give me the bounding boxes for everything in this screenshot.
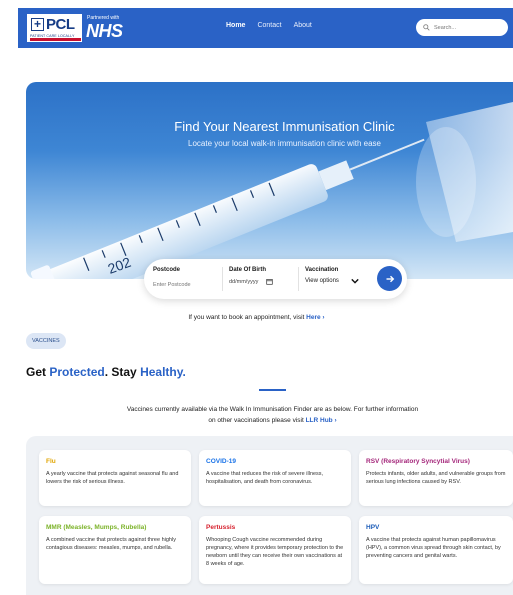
llr-hub-link[interactable]: LLR Hub › — [306, 417, 337, 424]
nhs-logo: NHS — [86, 21, 123, 41]
arrow-right-icon — [386, 275, 394, 282]
book-here-link[interactable]: Here › — [306, 314, 324, 321]
postcode-label: Postcode — [153, 267, 181, 273]
vaccine-card-flu[interactable]: Flu A yearly vaccine that protects again… — [39, 450, 191, 506]
plus-icon: + — [31, 18, 44, 31]
book-appointment-line: If you want to book an appointment, visi… — [0, 314, 513, 321]
postcode-input[interactable] — [153, 282, 208, 288]
card-description: A yearly vaccine that protects against s… — [46, 471, 179, 485]
section-heading: Get Protected. Stay Healthy. — [26, 365, 186, 379]
search-submit-button[interactable] — [377, 266, 402, 291]
nav-links: Home Contact About — [226, 22, 312, 29]
card-title: HPV — [366, 524, 380, 531]
dob-input[interactable]: dd/mm/yyyy — [229, 278, 273, 285]
search-box[interactable] — [416, 19, 508, 36]
search-icon — [423, 24, 430, 31]
hero-title: Find Your Nearest Immunisation Clinic — [174, 119, 395, 134]
vaccines-intro: Vaccines currently available via the Wal… — [125, 404, 420, 426]
intro-text: Vaccines currently available via the Wal… — [126, 406, 419, 424]
heading-part: . Stay — [104, 365, 141, 379]
calendar-icon[interactable] — [266, 278, 273, 285]
vaccine-card-pertussis[interactable]: Pertussis Whooping Cough vaccine recomme… — [199, 516, 351, 584]
nav-link-contact[interactable]: Contact — [257, 22, 281, 29]
card-title: MMR (Measles, Mumps, Rubella) — [46, 524, 147, 531]
nav-link-about[interactable]: About — [294, 22, 312, 29]
heading-highlight: Protected — [49, 365, 105, 379]
vaccination-label: Vaccination — [305, 267, 339, 273]
dob-value: dd/mm/yyyy — [229, 278, 259, 285]
heading-highlight: Healthy. — [140, 365, 186, 379]
dob-label: Date Of Birth — [229, 267, 267, 273]
hero-banner: 202 Find Your Nearest Immunisation Clini… — [26, 82, 513, 279]
heading-part: Get — [26, 365, 50, 379]
search-input[interactable] — [434, 24, 504, 31]
postcode-group: Postcode — [153, 267, 208, 291]
card-title: COVID-19 — [206, 458, 236, 465]
card-title: RSV (Respiratory Syncytial Virus) — [366, 458, 470, 465]
divider — [222, 267, 223, 291]
card-description: Protects infants, older adults, and vuln… — [366, 471, 506, 485]
dob-group: Date Of Birth dd/mm/yyyy — [229, 267, 273, 285]
vaccine-card-rsv[interactable]: RSV (Respiratory Syncytial Virus) Protec… — [359, 450, 513, 506]
heading-underline — [259, 389, 286, 391]
card-description: A vaccine that protects against human pa… — [366, 537, 501, 559]
clinic-finder-bar: Postcode Date Of Birth dd/mm/yyyy Vaccin… — [144, 259, 407, 299]
card-description: A combined vaccine that protects against… — [46, 537, 176, 551]
logo-red-bar — [30, 38, 81, 41]
vaccination-group: Vaccination View options — [305, 267, 359, 284]
vaccine-card-mmr[interactable]: MMR (Measles, Mumps, Rubella) A combined… — [39, 516, 191, 584]
card-description: A vaccine that reduces the risk of sever… — [206, 471, 324, 485]
top-navbar: + PCL PATIENT CARE LOCALLY Partnered wit… — [18, 8, 513, 48]
card-title: Flu — [46, 458, 56, 465]
card-title: Pertussis — [206, 524, 236, 531]
vaccine-card-covid[interactable]: COVID-19 A vaccine that reduces the risk… — [199, 450, 351, 506]
book-text: If you want to book an appointment, visi… — [188, 314, 305, 321]
pcl-logo[interactable]: + PCL PATIENT CARE LOCALLY — [27, 14, 82, 42]
logo-text: PCL — [46, 16, 75, 33]
nav-link-home[interactable]: Home — [226, 22, 245, 29]
syringe-illustration: 202 — [30, 102, 513, 279]
vaccination-value: View options — [305, 278, 339, 284]
chevron-down-icon — [351, 278, 359, 284]
divider — [298, 267, 299, 291]
section-tag: VACCINES — [26, 333, 66, 349]
hero-subtitle: Locate your local walk-in immunisation c… — [188, 139, 381, 148]
card-description: Whooping Cough vaccine recommended durin… — [206, 537, 344, 567]
vaccination-select[interactable]: View options — [305, 278, 359, 284]
vaccine-card-hpv[interactable]: HPV A vaccine that protects against huma… — [359, 516, 513, 584]
